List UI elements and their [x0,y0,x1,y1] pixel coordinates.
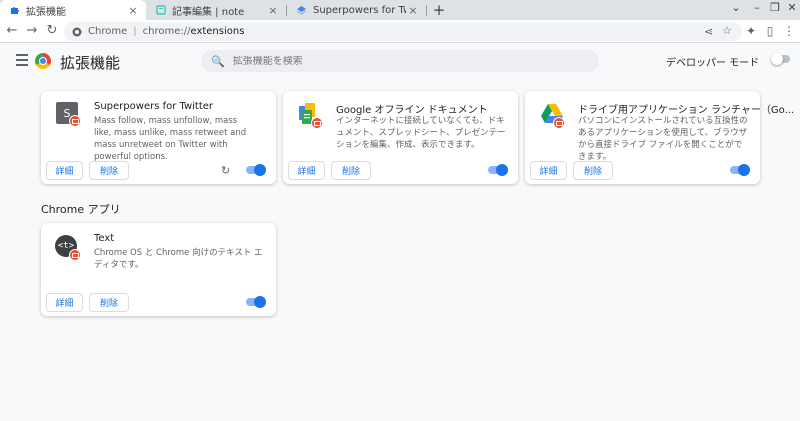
puzzle-icon [11,6,19,14]
site-chip-label: Chrome [88,26,128,37]
extension-description: インターネットに接続していなくても、ドキュメント、スプレッドシート、プレゼンテー… [336,116,506,150]
hamburger-menu-icon[interactable] [16,54,28,69]
tab-separator [426,5,427,16]
tab-title: 拡張機能 [26,6,66,18]
url-scheme: chrome:// [142,26,191,37]
app-description: Chrome OS と Chrome 向けのテキスト エディタです。 [94,248,263,270]
tab-search-chevron-icon[interactable]: ⌄ [726,1,746,14]
enable-toggle[interactable] [730,164,750,176]
extension-name: Superpowers for Twitter [94,101,214,112]
tab-title: 記事編集 | note [172,6,245,18]
url-path: extensions [190,26,245,37]
admin-badge-icon [69,249,81,261]
reload-extension-icon[interactable]: ↻ [221,164,230,177]
address-bar[interactable]: Chrome | chrome:// extensions ⋖ ☆ [64,22,742,41]
docs-offline-icon [297,101,325,129]
extension-description: パソコンにインストールされている互換性のあるアプリケーションを使用して、ブラウザ… [578,116,748,162]
enable-toggle[interactable] [488,164,508,176]
back-icon[interactable]: ← [4,23,20,38]
extension-name: Google オフライン ドキュメント [336,105,488,116]
remove-button[interactable]: 削除 [89,161,129,180]
window-close-icon[interactable]: ✕ [782,1,800,14]
enable-toggle[interactable] [246,296,266,308]
extension-page-icon [296,6,307,15]
tab-extensions[interactable]: 拡張機能 × [0,0,146,20]
minimize-icon[interactable]: – [747,1,767,14]
admin-badge-icon [69,115,81,127]
page-title: 拡張機能 [60,54,121,72]
reload-icon[interactable]: ↻ [44,23,60,38]
extension-card-superpowers: S Superpowers for Twitter Mass follow, m… [41,91,276,184]
share-icon[interactable]: ⋖ [704,25,713,38]
menu-dots-icon[interactable]: ⋮ [782,24,796,38]
search-icon: 🔍 [211,54,225,68]
text-app-icon: <t> [55,233,83,261]
extensions-puzzle-icon[interactable]: ✦ [744,24,758,38]
admin-badge-icon [553,117,565,129]
extension-name: ドライブ用アプリケーション ランチャー（Go... [578,105,795,116]
browser-toolbar: ← → ↻ Chrome | chrome:// extensions ⋖ ☆ … [0,20,800,43]
details-button[interactable]: 詳細 [46,161,83,180]
remove-button[interactable]: 削除 [331,161,371,180]
app-name: Text [94,233,115,244]
chrome-logo-icon [35,53,51,69]
tab-close-icon[interactable]: × [126,4,140,17]
superpowers-icon: S [55,101,83,129]
omnibox-separator: | [133,26,137,37]
extension-card-google-docs-offline: Google オフライン ドキュメント インターネットに接続していなくても、ドキ… [283,91,518,184]
chrome-apps-section-title: Chrome アプリ [41,203,121,216]
tab-title: Superpowers for Twitter [313,4,406,16]
details-button[interactable]: 詳細 [288,161,325,180]
dev-mode-toggle[interactable] [771,53,790,65]
tab-superpowers[interactable]: Superpowers for Twitter × [286,0,426,20]
new-tab-button[interactable]: + [430,1,448,19]
extensions-header: 拡張機能 🔍 デベロッパー モード [0,44,800,80]
tab-close-icon[interactable]: × [266,4,280,17]
tab-note[interactable]: 記事編集 | note × [146,0,286,20]
remove-button[interactable]: 削除 [89,293,129,312]
search-input[interactable] [232,55,583,67]
details-button[interactable]: 詳細 [46,293,83,312]
tab-close-icon[interactable]: × [406,4,420,17]
search-box[interactable]: 🔍 [201,50,599,72]
note-icon [156,5,166,15]
details-button[interactable]: 詳細 [530,161,567,180]
side-panel-icon[interactable]: ▯ [763,24,777,38]
tab-strip: 拡張機能 × 記事編集 | note × Superpowers for Twi… [0,0,800,20]
admin-badge-icon [311,117,323,129]
forward-icon[interactable]: → [24,23,40,38]
remove-button[interactable]: 削除 [573,161,613,180]
chrome-site-icon [72,27,82,36]
extension-description: Mass follow, mass unfollow, mass like, m… [94,116,247,162]
extension-card-drive-launcher: ドライブ用アプリケーション ランチャー（Go... パソコンにインストールされて… [525,91,794,184]
dev-mode-label: デベロッパー モード [666,58,760,69]
app-card-text: <t> Text Chrome OS と Chrome 向けのテキスト エディタ… [41,223,276,316]
bookmark-star-icon[interactable]: ☆ [722,24,732,37]
drive-launcher-icon [539,101,567,129]
enable-toggle[interactable] [246,164,266,176]
